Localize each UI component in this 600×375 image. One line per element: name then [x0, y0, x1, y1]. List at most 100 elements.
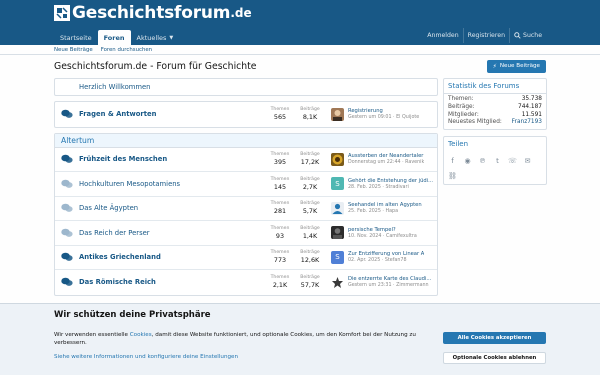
forum-row[interactable]: Hochkulturen Mesopotamiens Themen 145 Bei… — [55, 172, 437, 197]
stat-row: Themen: 35.738 — [448, 96, 542, 104]
chat-bubbles-icon — [55, 109, 79, 119]
forum-row[interactable]: Das Alte Ägypten Themen 281 Beiträge 5,7K … — [55, 197, 437, 221]
qa-block: Fragen & Antworten Themen 565 Beiträge 8,1… — [54, 101, 438, 128]
forum-title[interactable]: Das Alte Ägypten — [79, 204, 265, 212]
decline-optional-cookies-button[interactable]: Optionale Cookies ablehnen — [443, 352, 546, 364]
threads-label: Themen — [270, 176, 290, 182]
posts-label: Beiträge — [300, 275, 320, 281]
latest-post-meta: 25. Feb. 2025 · Hapa — [348, 209, 399, 215]
latest-post: Die entzerrte Karte des Claudi... Gestern… — [325, 275, 437, 289]
avatar[interactable] — [331, 275, 344, 289]
email-icon[interactable]: ✉ — [523, 156, 532, 165]
chat-bubbles-icon — [55, 203, 79, 213]
newest-member-link[interactable]: Franz7193 — [512, 119, 542, 127]
threads-label: Themen — [270, 152, 290, 158]
forum-title[interactable]: Frühzeit des Menschen — [79, 155, 265, 163]
link-icon[interactable]: ⛓ — [448, 171, 457, 180]
post-count: Beiträge 2,7K — [295, 177, 325, 191]
new-posts-button[interactable]: ⚡ Neue Beiträge — [486, 59, 546, 73]
forum-title[interactable]: Fragen & Antworten — [79, 110, 265, 118]
avatar[interactable] — [331, 152, 344, 166]
nav-tab-foren[interactable]: Foren — [97, 30, 131, 45]
share-title: Teilen — [448, 140, 469, 149]
latest-post: Seehandel im alten Ägypten 25. Feb. 2025 … — [325, 201, 437, 215]
threads-value: 773 — [273, 256, 287, 265]
posts-value: 5,7K — [302, 207, 318, 216]
section-title[interactable]: Altertum — [55, 133, 437, 148]
main-column: Herzlich Willkommen Fragen & Antworten T… — [54, 78, 438, 301]
whatsapp-icon[interactable]: ☏ — [508, 156, 517, 165]
cookie-banner: Wir schützen deine Privatsphäre Wir verw… — [0, 303, 600, 375]
forum-title[interactable]: Hochkulturen Mesopotamiens — [79, 180, 265, 188]
post-count: Beiträge 1,4K — [295, 226, 325, 240]
latest-post-title[interactable]: Die entzerrte Karte des Claudi... — [348, 276, 431, 282]
reddit-icon[interactable]: ◉ — [463, 156, 472, 165]
stat-row: Mitglieder: 11.591 — [448, 112, 542, 120]
posts-label: Beiträge — [300, 152, 320, 158]
nav-tab-startseite[interactable]: Startseite — [54, 30, 98, 45]
latest-post-title[interactable]: Gehört die Entstehung der jüdi... — [348, 178, 433, 184]
logo-text: Geschichtsforum — [72, 3, 231, 23]
welcome-link[interactable]: Herzlich Willkommen — [55, 79, 437, 95]
logo[interactable]: Geschichtsforum .de — [0, 0, 600, 26]
latest-post-title[interactable]: persische Tempel? — [348, 227, 417, 233]
avatar-letter[interactable]: S — [331, 250, 344, 264]
forum-row[interactable]: Das Reich der Perser Themen 93 Beiträge 1,… — [55, 221, 437, 246]
cookie-text-before: Wir verwenden essentielle — [54, 332, 130, 338]
latest-post-meta: 10. Nov. 2024 · Camifexultra — [348, 233, 417, 239]
latest-post: S Zur Entzifferung von Linear A 02. Apr. … — [325, 250, 437, 264]
search-label: Suche — [523, 32, 542, 39]
register-link[interactable]: Registrieren — [462, 28, 509, 43]
stat-label: Neuestes Mitglied: — [448, 119, 502, 126]
subnav-new-posts[interactable]: Neue Beiträge — [54, 47, 93, 53]
latest-post: S Gehört die Entstehung der jüdi... 28. F… — [325, 177, 437, 191]
threads-value: 395 — [273, 158, 287, 167]
latest-post-title[interactable]: Seehandel im alten Ägypten — [348, 202, 422, 208]
stats-title: Statistik des Forums — [444, 79, 546, 94]
avatar[interactable] — [331, 201, 344, 215]
pinterest-icon[interactable]: ℗ — [478, 156, 487, 165]
threads-value: 2,1K — [272, 281, 288, 290]
main-nav: Startseite Foren Aktuelles ▼ Anmelden Reg… — [0, 26, 600, 45]
threads-label: Themen — [270, 201, 290, 207]
subnav-search-forums[interactable]: Foren durchsuchen — [101, 47, 152, 53]
avatar[interactable] — [331, 226, 344, 240]
latest-post: Aussterben der Neandertaler Donnerstag um… — [325, 152, 437, 166]
forum-title[interactable]: Das Römische Reich — [79, 278, 265, 286]
accept-all-cookies-button[interactable]: Alle Cookies akzeptieren — [443, 332, 546, 344]
cookies-link[interactable]: Cookies — [130, 332, 152, 338]
cookie-settings-link[interactable]: Siehe weitere Informationen und konfigur… — [54, 354, 238, 360]
avatar-letter[interactable]: S — [331, 177, 344, 191]
search-button[interactable]: Suche — [509, 28, 546, 43]
logo-icon — [54, 5, 70, 21]
forum-row[interactable]: Das Römische Reich Themen 2,1K Beiträge 57… — [55, 270, 437, 295]
facebook-icon[interactable]: f — [448, 156, 457, 165]
thread-count: Themen 145 — [265, 177, 295, 191]
thread-count: Themen 773 — [265, 250, 295, 264]
chevron-down-icon: ▼ — [169, 34, 174, 41]
threads-value: 281 — [273, 207, 287, 216]
latest-post-meta: Donnerstag um 22:44 · Ravenik — [348, 160, 425, 166]
nav-tab-aktuelles[interactable]: Aktuelles ▼ — [131, 30, 180, 45]
chat-bubbles-icon — [55, 252, 79, 262]
posts-value: 8,1K — [302, 113, 318, 122]
forum-row[interactable]: Frühzeit des Menschen Themen 395 Beiträge… — [55, 148, 437, 172]
latest-post-title[interactable]: Registrierung — [348, 108, 419, 114]
sub-nav: Neue Beiträge Foren durchsuchen — [0, 45, 600, 55]
latest-post-title[interactable]: Zur Entzifferung von Linear A — [348, 251, 424, 257]
tumblr-icon[interactable]: t — [493, 156, 502, 165]
thread-count: Themen 281 — [265, 201, 295, 215]
login-link[interactable]: Anmelden — [423, 28, 462, 43]
stat-value: 744.187 — [518, 103, 542, 110]
forum-row-qa[interactable]: Fragen & Antworten Themen 565 Beiträge 8,1… — [55, 102, 437, 127]
forum-row[interactable]: Antikes Griechenland Themen 773 Beiträge 1… — [55, 246, 437, 270]
posts-value: 2,7K — [302, 182, 318, 191]
forum-title[interactable]: Antikes Griechenland — [79, 253, 265, 261]
latest-post-title[interactable]: Aussterben der Neandertaler — [348, 153, 424, 159]
posts-label: Beiträge — [300, 107, 320, 113]
chat-bubbles-icon — [55, 179, 79, 189]
avatar[interactable] — [331, 107, 344, 121]
post-count: Beiträge 8,1K — [295, 107, 325, 121]
forum-stats-block: Statistik des Forums Themen: 35.738 Beitr… — [443, 78, 547, 131]
forum-title[interactable]: Das Reich der Perser — [79, 229, 265, 237]
